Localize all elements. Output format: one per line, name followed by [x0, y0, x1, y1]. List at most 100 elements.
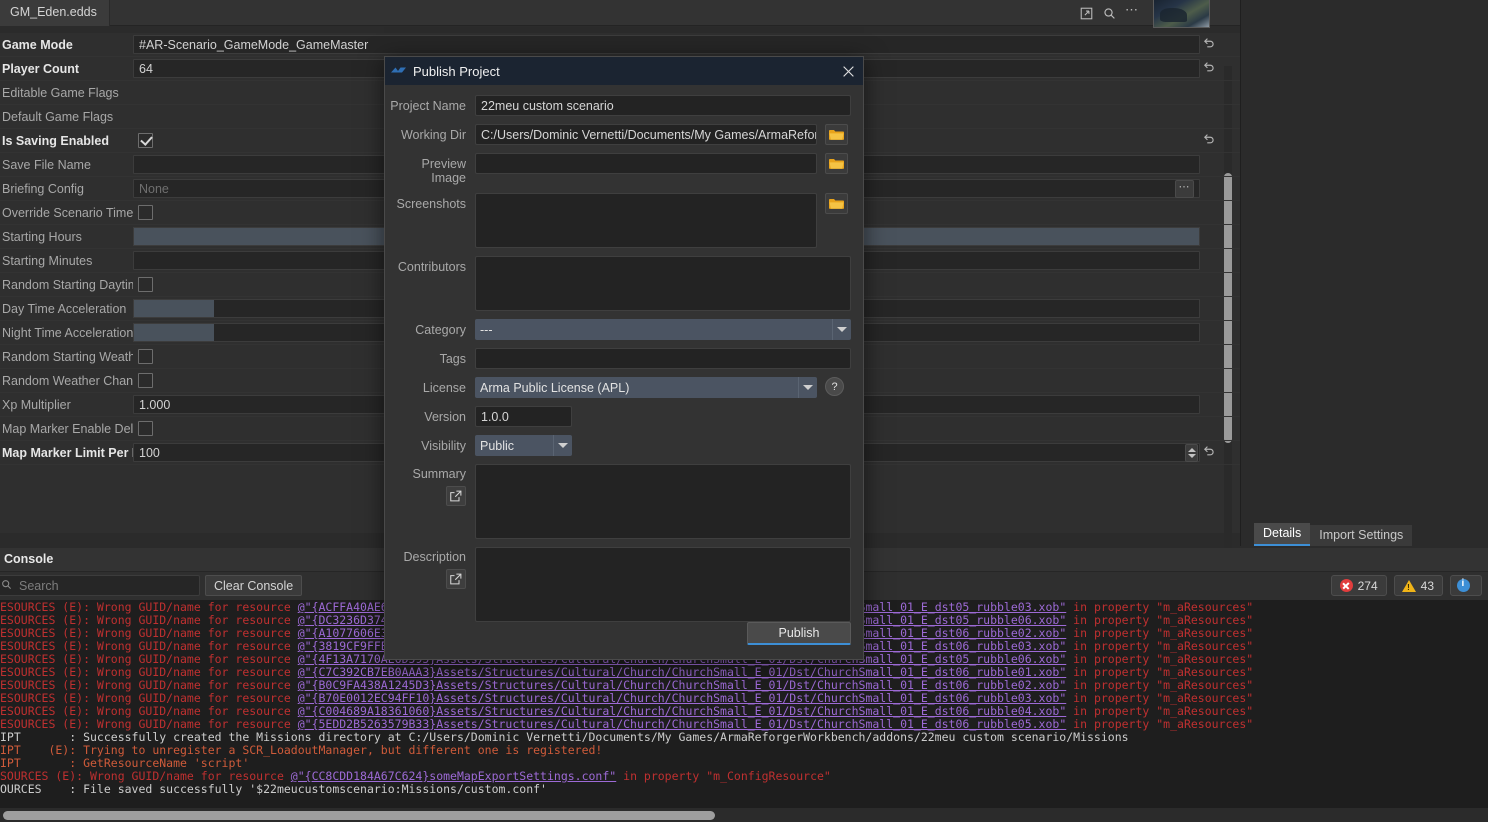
preview-image-input[interactable]: [475, 153, 817, 174]
property-label: Night Time Acceleration: [0, 326, 133, 340]
workbench-window: GM_Eden.edds ⋯ Game Mode#AR-Scenario_Gam…: [0, 0, 1488, 822]
property-label: Random Starting Weather: [0, 350, 133, 364]
preview-image-browse-button[interactable]: [825, 153, 848, 174]
help-icon: ?: [831, 381, 837, 393]
property-checkbox[interactable]: [138, 133, 153, 148]
property-reset-icon[interactable]: [1202, 444, 1218, 460]
summary-input[interactable]: [475, 464, 851, 539]
version-label: Version: [385, 406, 475, 424]
warning-icon: [1403, 579, 1416, 592]
error-icon: [1340, 579, 1353, 592]
property-label: Random Weather Change: [0, 374, 133, 388]
property-label: Save File Name: [0, 158, 133, 172]
tags-input[interactable]: [475, 348, 851, 369]
console-title: Console: [4, 552, 53, 566]
property-label: Editable Game Flags: [0, 86, 133, 100]
console-log-line: SOURCES (E): Wrong GUID/name for resourc…: [0, 770, 1488, 783]
console-badges: 274 43: [1331, 575, 1482, 596]
right-panel: DetailsImport Settings: [1240, 0, 1488, 546]
visibility-value: Public: [480, 439, 514, 453]
dialog-title: Publish Project: [413, 64, 500, 79]
field-row-working-dir: Working Dir C:/Users/Dominic Vernetti/Do…: [385, 124, 851, 145]
field-row-screenshots: Screenshots: [385, 193, 851, 248]
property-label: Day Time Acceleration: [0, 302, 133, 316]
field-row-category: Category ---: [385, 319, 851, 340]
asset-tab-tools: ⋯: [1076, 3, 1142, 23]
category-select[interactable]: ---: [475, 319, 851, 340]
console-log-line: OURCES : File saved successfully '$22meu…: [0, 783, 1488, 796]
console-log-line: ESOURCES (E): Wrong GUID/name for resour…: [0, 679, 1488, 692]
property-checkbox[interactable]: [138, 205, 153, 220]
console-search-input[interactable]: [17, 578, 177, 594]
working-dir-label: Working Dir: [385, 124, 475, 142]
close-icon[interactable]: [839, 62, 857, 80]
category-label: Category: [385, 319, 475, 337]
field-row-license: License Arma Public License (APL) ?: [385, 377, 851, 398]
property-label: Xp Multiplier: [0, 398, 133, 412]
chevron-down-icon: [553, 435, 572, 456]
description-label-column: Description: [385, 547, 475, 589]
console-log-line: IPT : GetResourceName 'script': [0, 757, 1488, 770]
contributors-input[interactable]: [475, 256, 851, 311]
summary-label-column: Summary: [385, 464, 475, 506]
description-expand-icon[interactable]: [446, 569, 466, 589]
property-reset-icon[interactable]: [1202, 36, 1218, 52]
asset-tab-gm-eden[interactable]: GM_Eden.edds: [0, 0, 110, 26]
console-hscrollbar-track[interactable]: [0, 808, 1488, 822]
license-label: License: [385, 377, 475, 395]
property-checkbox[interactable]: [138, 349, 153, 364]
property-label: Map Marker Limit Per Player: [0, 446, 133, 460]
visibility-select[interactable]: Public: [475, 435, 572, 456]
field-row-version: Version 1.0.0: [385, 406, 851, 427]
property-reset-icon[interactable]: [1202, 132, 1218, 148]
property-label: Is Saving Enabled: [0, 134, 133, 148]
property-label: Starting Minutes: [0, 254, 133, 268]
property-input[interactable]: #AR-Scenario_GameMode_GameMaster: [133, 35, 1200, 54]
property-stepper[interactable]: [1185, 444, 1198, 462]
property-browse-button[interactable]: ⋯: [1175, 180, 1194, 198]
search-icon[interactable]: [1099, 3, 1119, 23]
summary-expand-icon[interactable]: [446, 486, 466, 506]
screenshots-browse-button[interactable]: [825, 193, 848, 214]
search-icon: [1, 579, 12, 593]
description-input[interactable]: [475, 547, 851, 622]
console-search-wrapper[interactable]: [0, 575, 200, 596]
working-dir-browse-button[interactable]: [825, 124, 848, 145]
working-dir-input[interactable]: C:/Users/Dominic Vernetti/Documents/My G…: [475, 124, 817, 145]
version-input[interactable]: 1.0.0: [475, 406, 572, 427]
description-label: Description: [403, 547, 466, 564]
visibility-label: Visibility: [385, 435, 475, 453]
console-log-line: ESOURCES (E): Wrong GUID/name for resour…: [0, 718, 1488, 731]
console-hscrollbar-thumb[interactable]: [3, 811, 715, 820]
property-value: #AR-Scenario_GameMode_GameMaster: [133, 33, 1240, 57]
more-icon[interactable]: ⋯: [1122, 3, 1142, 23]
field-row-visibility: Visibility Public: [385, 435, 851, 456]
property-checkbox[interactable]: [138, 277, 153, 292]
asset-tab-bar: GM_Eden.edds ⋯: [0, 0, 1240, 26]
project-name-input[interactable]: 22meu custom scenario: [475, 95, 851, 116]
license-help-button[interactable]: ?: [825, 377, 844, 396]
publish-button-label: Publish: [779, 626, 820, 640]
console-badge-info[interactable]: [1450, 575, 1482, 596]
dialog-title-bar[interactable]: Publish Project: [385, 57, 863, 85]
license-select[interactable]: Arma Public License (APL): [475, 377, 817, 398]
publish-button[interactable]: Publish: [747, 622, 851, 645]
clear-console-button[interactable]: Clear Console: [205, 575, 302, 596]
property-label: Player Count: [0, 62, 133, 76]
property-checkbox[interactable]: [138, 373, 153, 388]
open-external-icon[interactable]: [1076, 3, 1096, 23]
console-badge-warning[interactable]: 43: [1394, 575, 1443, 596]
property-checkbox[interactable]: [138, 421, 153, 436]
field-row-summary: Summary: [385, 464, 851, 539]
asset-thumbnail[interactable]: [1153, 0, 1210, 28]
category-value: ---: [480, 323, 493, 337]
field-row-contributors: Contributors: [385, 256, 851, 311]
field-row-project-name: Project Name 22meu custom scenario: [385, 95, 851, 116]
right-panel-tab-import-settings[interactable]: Import Settings: [1310, 525, 1412, 546]
console-badge-error[interactable]: 274: [1331, 575, 1387, 596]
chevron-down-icon: [798, 377, 817, 398]
right-panel-tab-details[interactable]: Details: [1254, 523, 1310, 546]
property-label: Random Starting Daytime: [0, 278, 133, 292]
screenshots-input[interactable]: [475, 193, 817, 248]
property-reset-icon[interactable]: [1202, 60, 1218, 76]
